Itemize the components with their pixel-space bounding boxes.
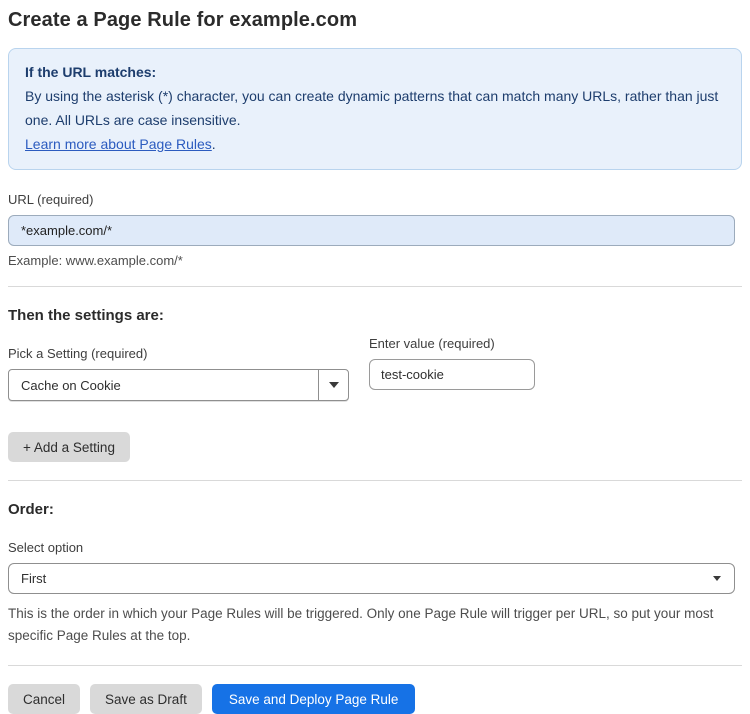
- add-setting-button[interactable]: + Add a Setting: [8, 432, 130, 462]
- info-box-link-line: Learn more about Page Rules.: [25, 132, 725, 156]
- settings-row: Pick a Setting (required) Cache on Cooki…: [8, 324, 742, 401]
- divider: [8, 480, 742, 481]
- learn-more-link[interactable]: Learn more about Page Rules: [25, 136, 212, 152]
- setting-picker-column: Pick a Setting (required) Cache on Cooki…: [8, 324, 349, 401]
- info-box-heading: If the URL matches:: [25, 64, 157, 80]
- order-section-heading: Order:: [8, 501, 54, 518]
- url-field-label: URL (required): [8, 192, 94, 207]
- setting-value-column: Enter value (required): [369, 324, 535, 390]
- setting-dropdown[interactable]: Cache on Cookie: [8, 369, 349, 401]
- dropdown-arrow-icon: [328, 382, 339, 388]
- order-select[interactable]: First: [8, 563, 735, 594]
- save-and-deploy-button[interactable]: Save and Deploy Page Rule: [211, 684, 416, 714]
- settings-section-heading: Then the settings are:: [8, 307, 164, 324]
- cancel-button[interactable]: Cancel: [8, 684, 81, 714]
- setting-dropdown-arrow-button[interactable]: [318, 370, 348, 400]
- page-title: Create a Page Rule for example.com: [8, 9, 358, 31]
- url-match-info-box: If the URL matches: By using the asteris…: [8, 48, 742, 170]
- select-arrow-icon: [713, 576, 721, 581]
- order-select-label: Select option: [8, 540, 84, 555]
- page-rule-form: Create a Page Rule for example.com If th…: [0, 9, 750, 714]
- setting-value-label: Enter value (required): [369, 336, 495, 351]
- form-actions: Cancel Save as Draft Save and Deploy Pag…: [8, 684, 742, 714]
- url-example-text: Example: www.example.com/*: [8, 253, 183, 268]
- order-help-text: This is the order in which your Page Rul…: [8, 606, 714, 643]
- setting-value-input[interactable]: [369, 359, 535, 390]
- save-as-draft-button[interactable]: Save as Draft: [90, 684, 202, 714]
- divider: [8, 286, 742, 287]
- order-select-value: First: [21, 571, 47, 586]
- url-input[interactable]: [8, 215, 735, 246]
- link-suffix: .: [211, 136, 216, 152]
- setting-picker-label: Pick a Setting (required): [8, 346, 148, 361]
- setting-dropdown-value: Cache on Cookie: [21, 377, 121, 393]
- divider: [8, 665, 742, 666]
- info-box-body: By using the asterisk (*) character, you…: [25, 88, 719, 128]
